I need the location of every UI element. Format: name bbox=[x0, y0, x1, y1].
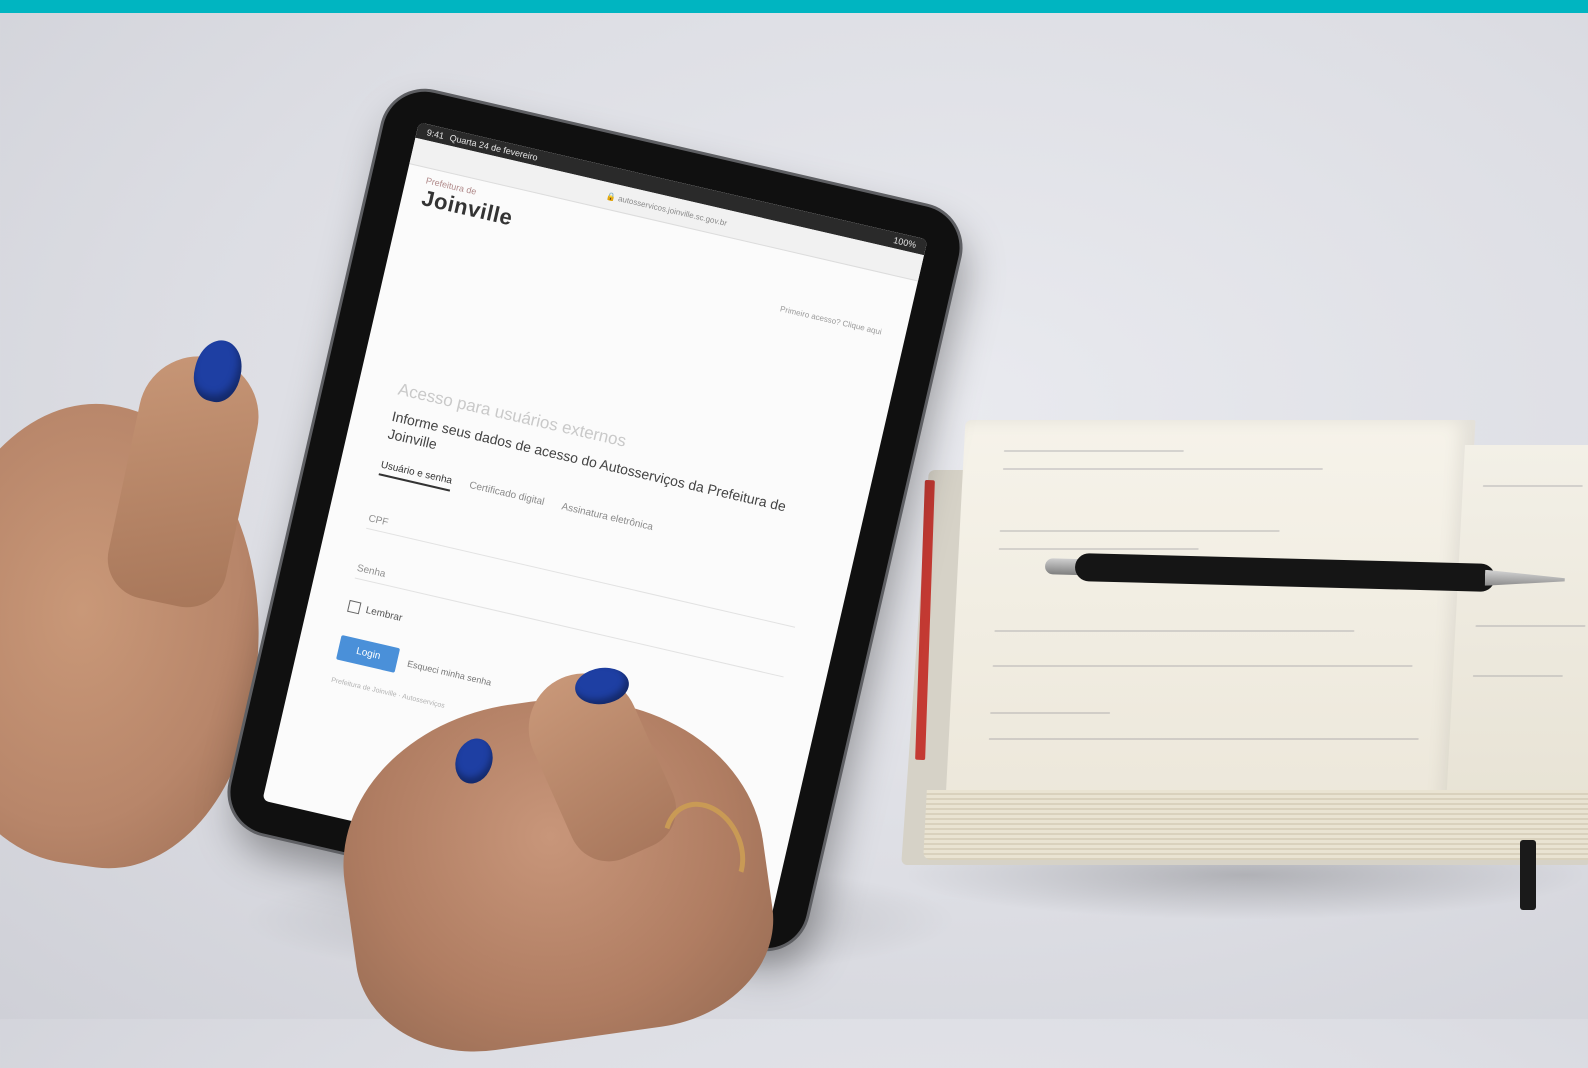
tab-electronic-signature[interactable]: Assinatura eletrônica bbox=[559, 501, 653, 538]
login-button[interactable]: Login bbox=[336, 634, 401, 673]
notebook-elastic-band bbox=[1520, 840, 1536, 910]
notebook-left-page bbox=[944, 420, 1476, 820]
forgot-password-link[interactable]: Esqueci minha senha bbox=[406, 658, 492, 687]
status-bar: 9:41 Quarta 24 de fevereiro 100% bbox=[415, 122, 928, 256]
tab-digital-certificate[interactable]: Certificado digital bbox=[467, 480, 545, 513]
password-placeholder: Senha bbox=[355, 562, 387, 581]
tab-user-password[interactable]: Usuário e senha bbox=[378, 459, 454, 492]
first-access-link[interactable]: Primeiro acesso? Clique aqui bbox=[779, 304, 882, 336]
notebook-page-edges bbox=[923, 790, 1588, 860]
remember-checkbox[interactable] bbox=[347, 599, 362, 615]
cpf-placeholder: CPF bbox=[367, 513, 390, 529]
top-color-band bbox=[0, 0, 1588, 13]
battery-indicator: 100% bbox=[892, 235, 918, 251]
notebook-right-page bbox=[1445, 445, 1588, 825]
status-time: 9:41 bbox=[425, 127, 446, 142]
pen-tip bbox=[1485, 570, 1565, 588]
remember-label: Lembrar bbox=[364, 604, 404, 624]
